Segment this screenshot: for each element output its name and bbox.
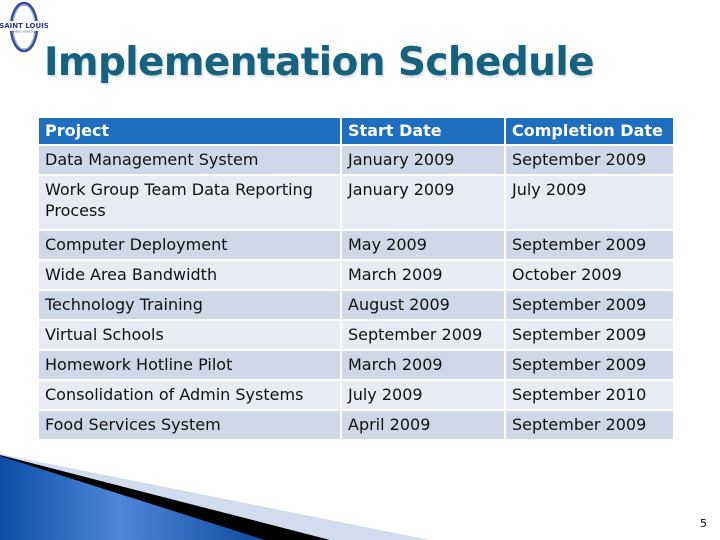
table-row: Data Management System January 2009 Sept… <box>37 144 675 176</box>
swoosh-blue-band <box>0 456 265 540</box>
header-start-date: Start Date <box>340 116 506 146</box>
project-cell: Consolidation of Admin Systems <box>37 379 342 411</box>
start-date-cell: July 2009 <box>340 379 506 411</box>
completion-date-cell: July 2009 <box>504 174 675 231</box>
schedule-table: Project Start Date Completion Date Data … <box>37 116 675 441</box>
table-row: Food Services System April 2009 Septembe… <box>37 409 675 441</box>
table-row: Technology Training August 2009 Septembe… <box>37 289 675 321</box>
logo-text: SAINT LOUIS <box>0 22 48 30</box>
start-date-cell: September 2009 <box>340 319 506 351</box>
table-row: Homework Hotline Pilot March 2009 Septem… <box>37 349 675 381</box>
start-date-cell: August 2009 <box>340 289 506 321</box>
decorative-swoosh <box>0 454 430 540</box>
saint-louis-logo: SAINT LOUIS PUBLIC SCHOOLS <box>0 0 49 54</box>
start-date-cell: April 2009 <box>340 409 506 441</box>
completion-date-cell: September 2009 <box>504 349 675 381</box>
completion-date-cell: September 2009 <box>504 229 675 261</box>
project-cell: Food Services System <box>37 409 342 441</box>
table-row: Computer Deployment May 2009 September 2… <box>37 229 675 261</box>
start-date-cell: January 2009 <box>340 174 506 231</box>
completion-date-cell: September 2009 <box>504 289 675 321</box>
page-number: 5 <box>700 517 707 530</box>
project-cell: Computer Deployment <box>37 229 342 261</box>
start-date-cell: March 2009 <box>340 349 506 381</box>
project-cell: Work Group Team Data Reporting Process <box>37 174 342 231</box>
logo-subtext: PUBLIC SCHOOLS <box>13 30 36 34</box>
table-header-row: Project Start Date Completion Date <box>37 116 675 146</box>
project-cell: Homework Hotline Pilot <box>37 349 342 381</box>
completion-date-cell: October 2009 <box>504 259 675 291</box>
project-cell: Wide Area Bandwidth <box>37 259 342 291</box>
header-project: Project <box>37 116 342 146</box>
project-cell: Data Management System <box>37 144 342 176</box>
project-cell: Technology Training <box>37 289 342 321</box>
completion-date-cell: September 2009 <box>504 144 675 176</box>
header-completion-date: Completion Date <box>504 116 675 146</box>
start-date-cell: January 2009 <box>340 144 506 176</box>
slide-title: Implementation Schedule <box>44 40 595 85</box>
start-date-cell: May 2009 <box>340 229 506 261</box>
completion-date-cell: September 2009 <box>504 409 675 441</box>
table-row: Virtual Schools September 2009 September… <box>37 319 675 351</box>
project-cell: Virtual Schools <box>37 319 342 351</box>
completion-date-cell: September 2010 <box>504 379 675 411</box>
start-date-cell: March 2009 <box>340 259 506 291</box>
table-row: Work Group Team Data Reporting Process J… <box>37 174 675 231</box>
table-row: Wide Area Bandwidth March 2009 October 2… <box>37 259 675 291</box>
table-row: Consolidation of Admin Systems July 2009… <box>37 379 675 411</box>
completion-date-cell: September 2009 <box>504 319 675 351</box>
